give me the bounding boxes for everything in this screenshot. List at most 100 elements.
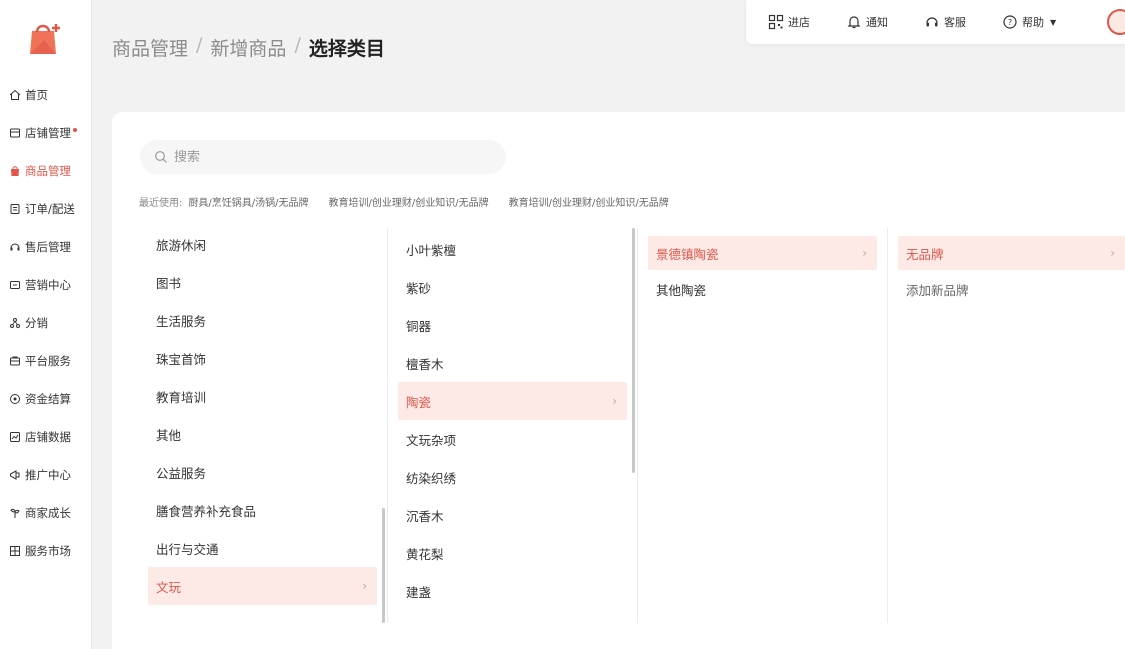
sidebar-item-promotion[interactable]: 推广中心 (0, 456, 92, 494)
home-icon (8, 88, 22, 102)
order-icon (8, 202, 22, 216)
growth-icon (8, 506, 22, 520)
category-item[interactable]: 其他陶瓷 (638, 270, 887, 308)
sidebar-item-data[interactable]: 店铺数据 (0, 418, 92, 456)
svg-text:?: ? (1008, 18, 1012, 27)
notify-label: 通知 (866, 16, 888, 29)
shop-logo-icon[interactable] (26, 18, 66, 58)
chevron-right-icon: › (362, 579, 367, 593)
search-box[interactable] (140, 140, 506, 174)
category-item[interactable]: 黄花梨 (388, 534, 637, 572)
sidebar-item-label: 售后管理 (25, 240, 71, 254)
breadcrumb: 商品管理 / 新增商品 / 选择类目 (112, 34, 385, 61)
sidebar-item-label: 资金结算 (25, 392, 71, 406)
sidebar-item-settlement[interactable]: 资金结算 (0, 380, 92, 418)
store-icon (8, 126, 22, 140)
sidebar-item-label: 商品管理 (25, 164, 71, 178)
sidebar-item-orders[interactable]: 订单/配送 (0, 190, 92, 228)
sidebar-item-label: 平台服务 (25, 354, 71, 368)
category-selector-card: 最近使用: 厨具/烹饪锅具/汤锅/无品牌 教育培训/创业理财/创业知识/无品牌 … (112, 112, 1125, 649)
scrollbar[interactable] (632, 228, 635, 473)
category-item[interactable]: 文玩杂项 (388, 420, 637, 458)
help-dropdown[interactable]: ? 帮助 ▼ (1002, 14, 1056, 30)
avatar[interactable] (1107, 9, 1125, 35)
category-column-level3[interactable]: 景德镇陶瓷 › 其他陶瓷 (638, 228, 888, 623)
brand-item-selected[interactable]: 无品牌 › (898, 236, 1125, 270)
search-input[interactable] (174, 149, 474, 165)
chevron-right-icon: › (1110, 246, 1115, 260)
recent-path[interactable]: 教育培训/创业理财/创业知识/无品牌 (509, 194, 669, 209)
category-item-selected[interactable]: 景德镇陶瓷 › (648, 236, 877, 270)
sidebar: 首页 店铺管理 商品管理 订单/配送 售后管理 营销中心 分销 平台服务 资金结… (0, 0, 92, 649)
caret-down-icon: ▼ (1050, 17, 1057, 27)
sidebar-item-label: 订单/配送 (25, 202, 75, 216)
category-item[interactable]: 纺染织绣 (388, 458, 637, 496)
customer-service-button[interactable]: 客服 (924, 14, 966, 30)
category-item[interactable]: 图书 (138, 263, 387, 301)
category-item[interactable]: 沉香木 (388, 496, 637, 534)
category-item-selected[interactable]: 文玩 › (148, 567, 377, 605)
notification-dot (73, 128, 77, 132)
category-item[interactable]: 生活服务 (138, 301, 387, 339)
sidebar-item-label: 店铺管理 (25, 126, 71, 140)
sidebar-item-home[interactable]: 首页 (0, 76, 92, 114)
recent-path[interactable]: 教育培训/创业理财/创业知识/无品牌 (328, 194, 488, 209)
sidebar-item-label: 营销中心 (25, 278, 71, 292)
sidebar-item-aftersale[interactable]: 售后管理 (0, 228, 92, 266)
category-item[interactable]: 旅游休闲 (138, 228, 387, 263)
chevron-right-icon: › (612, 394, 617, 408)
enter-store-button[interactable]: 进店 (768, 14, 810, 30)
breadcrumb-separator: / (294, 34, 301, 56)
notify-button[interactable]: 通知 (846, 14, 888, 30)
enter-store-label: 进店 (788, 16, 810, 29)
category-item[interactable]: 小叶紫檀 (388, 230, 637, 268)
recent-label: 最近使用: (139, 198, 183, 209)
settlement-icon (8, 392, 22, 406)
sidebar-item-label: 店铺数据 (25, 430, 71, 444)
breadcrumb-item-products[interactable]: 商品管理 (112, 34, 188, 61)
bag-icon (8, 164, 22, 178)
category-item[interactable]: 膳食营养补充食品 (138, 491, 387, 529)
category-item[interactable]: 珠宝首饰 (138, 339, 387, 377)
help-icon: ? (1003, 15, 1017, 29)
qr-code-icon (768, 14, 784, 30)
category-column-level2[interactable]: 小叶紫檀 紫砂 铜器 檀香木 陶瓷 › 文玩杂项 纺染织绣 沉香木 黄花梨 建盏 (388, 228, 638, 623)
headset-icon (926, 17, 938, 27)
sidebar-item-store[interactable]: 店铺管理 (0, 114, 92, 152)
sidebar-item-label: 服务市场 (25, 544, 71, 558)
market-icon (8, 544, 22, 558)
brand-column[interactable]: 无品牌 › 添加新品牌 (888, 228, 1125, 623)
category-item[interactable]: 铜器 (388, 306, 637, 344)
sidebar-item-label: 推广中心 (25, 468, 71, 482)
sidebar-item-label: 分销 (25, 316, 48, 330)
chevron-right-icon: › (862, 246, 867, 260)
category-item[interactable]: 紫砂 (388, 268, 637, 306)
scrollbar[interactable] (382, 508, 385, 623)
data-icon (8, 430, 22, 444)
recent-categories: 最近使用: 厨具/烹饪锅具/汤锅/无品牌 教育培训/创业理财/创业知识/无品牌 … (139, 194, 669, 209)
breadcrumb-item-add-product[interactable]: 新增商品 (210, 34, 286, 61)
customer-service-label: 客服 (944, 16, 966, 29)
sidebar-item-marketing[interactable]: 营销中心 (0, 266, 92, 304)
category-columns: 旅游休闲 图书 生活服务 珠宝首饰 教育培训 其他 公益服务 膳食营养补充食品 … (138, 228, 1125, 623)
sidebar-item-distribution[interactable]: 分销 (0, 304, 92, 342)
category-item-selected[interactable]: 陶瓷 › (398, 382, 627, 420)
category-item[interactable]: 教育培训 (138, 377, 387, 415)
add-brand-link[interactable]: 添加新品牌 (888, 270, 1125, 308)
promotion-icon (8, 468, 22, 482)
category-column-level1[interactable]: 旅游休闲 图书 生活服务 珠宝首饰 教育培训 其他 公益服务 膳食营养补充食品 … (138, 228, 388, 623)
search-icon (155, 151, 167, 163)
distribution-icon (8, 316, 22, 330)
category-item[interactable]: 公益服务 (138, 453, 387, 491)
sidebar-item-market[interactable]: 服务市场 (0, 532, 92, 570)
sidebar-item-growth[interactable]: 商家成长 (0, 494, 92, 532)
category-item[interactable]: 建盏 (388, 572, 637, 610)
marketing-icon (8, 278, 22, 292)
category-item[interactable]: 其他 (138, 415, 387, 453)
recent-path[interactable]: 厨具/烹饪锅具/汤锅/无品牌 (188, 194, 308, 209)
category-item[interactable]: 出行与交通 (138, 529, 387, 567)
sidebar-item-platform-service[interactable]: 平台服务 (0, 342, 92, 380)
sidebar-nav: 首页 店铺管理 商品管理 订单/配送 售后管理 营销中心 分销 平台服务 资金结… (0, 76, 92, 570)
sidebar-item-products[interactable]: 商品管理 (0, 152, 92, 190)
category-item[interactable]: 檀香木 (388, 344, 637, 382)
